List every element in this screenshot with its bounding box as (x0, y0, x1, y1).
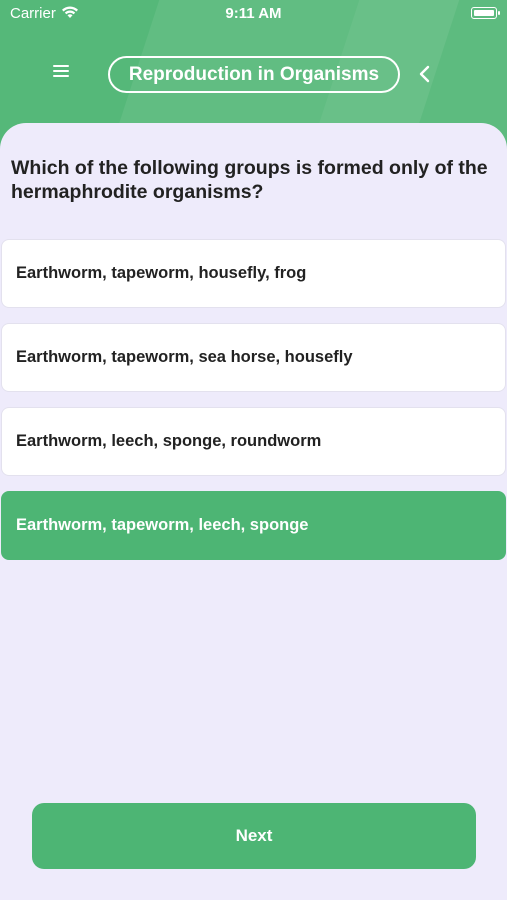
page-title: Reproduction in Organisms (108, 56, 400, 93)
next-button[interactable]: Next (32, 803, 476, 869)
clock: 9:11 AM (225, 5, 282, 22)
answer-option[interactable]: Earthworm, leech, sponge, roundworm (1, 407, 506, 476)
answer-option[interactable]: Earthworm, tapeworm, housefly, frog (1, 239, 506, 308)
question-text: Which of the following groups is formed … (11, 157, 488, 203)
battery-icon (471, 7, 500, 19)
answer-option-selected[interactable]: Earthworm, tapeworm, leech, sponge (1, 491, 506, 560)
quiz-content: Which of the following groups is formed … (0, 123, 507, 900)
hamburger-menu-icon[interactable] (51, 62, 71, 82)
status-bar: Carrier 9:11 AM (0, 0, 507, 28)
answer-option[interactable]: Earthworm, tapeworm, sea horse, housefly (1, 323, 506, 392)
chevron-left-icon[interactable] (414, 62, 436, 86)
